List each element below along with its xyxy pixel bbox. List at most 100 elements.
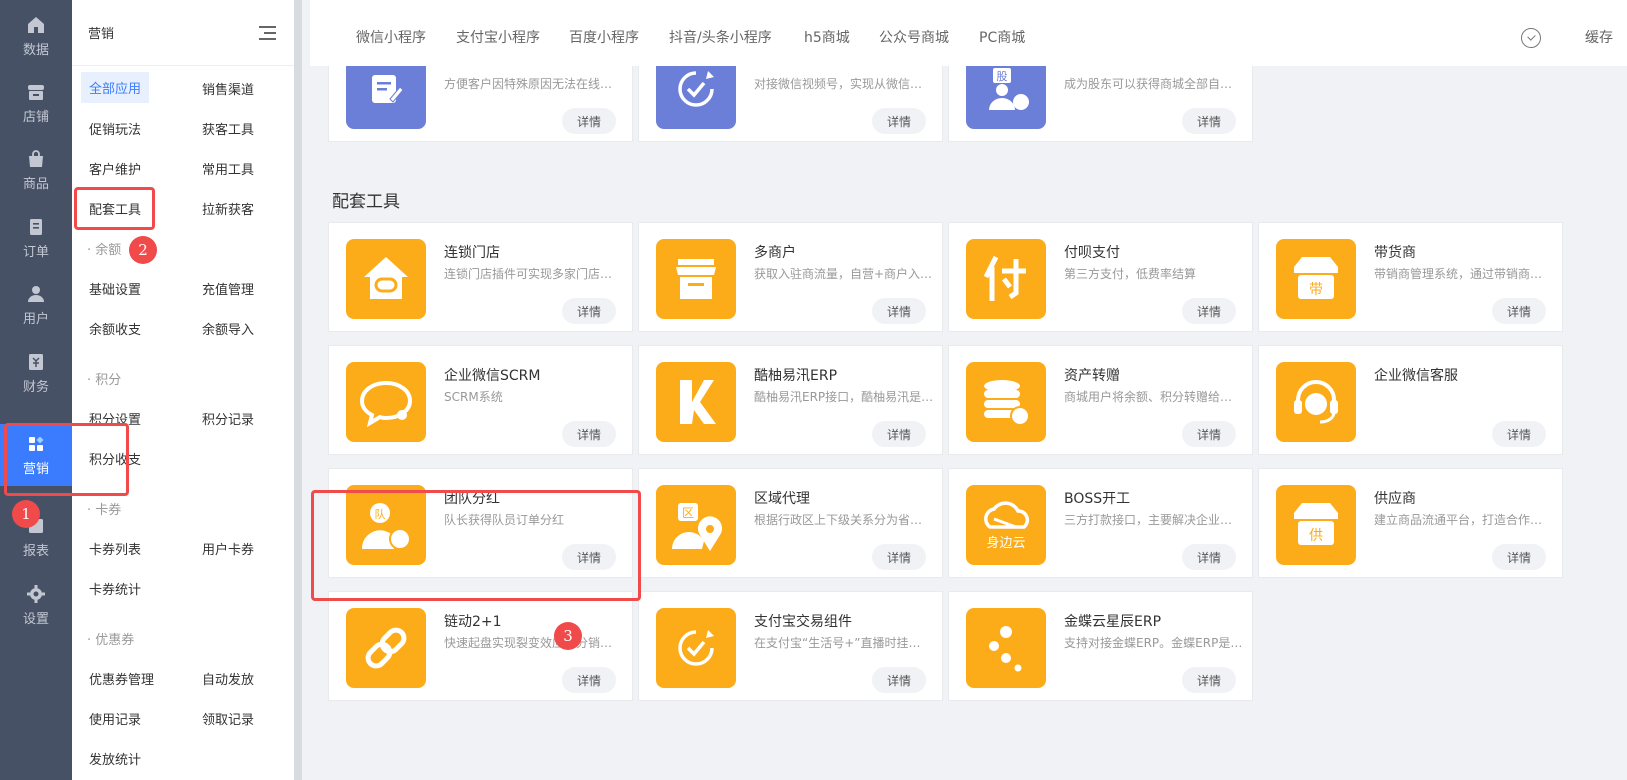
rail-item-store[interactable]: 店铺 [0,72,72,134]
rail-item-user[interactable]: 用户 [0,274,72,336]
coins-transfer-icon [966,362,1046,442]
detail-button[interactable]: 详情 [562,108,616,134]
tab-douyin-mini[interactable]: 抖音/头条小程序 [669,27,772,47]
detail-button[interactable]: 详情 [1492,544,1546,570]
submenu-all-apps[interactable]: 全部应用 [81,72,150,103]
app-card-kingdee-erp[interactable]: 金蝶云星辰ERP 支持对接金蝶ERP。金蝶ERP是… 详情 [948,591,1253,701]
app-name: 支付宝交易组件 [754,614,852,630]
bag-icon [29,149,43,167]
detail-button[interactable]: 详情 [1492,298,1546,324]
rail-item-goods[interactable]: 商品 [0,139,72,201]
detail-button[interactable]: 详情 [872,544,926,570]
app-name: 供应商 [1374,491,1416,507]
app-card-asset-transfer[interactable]: 资产转赠 商城用户将余额、积分转赠给… 详情 [948,345,1253,455]
tab-baidu-mini[interactable]: 百度小程序 [569,27,639,47]
form-icon [346,66,426,129]
main-content: 方便客户因特殊原因无法在线… 详情 对接微信视频号，实现从微信… 详情 股 成为… [310,66,1627,780]
download-icon[interactable] [1521,28,1541,48]
detail-button[interactable]: 详情 [1182,421,1236,447]
app-desc: 成为股东可以获得商城全部自… [1064,77,1233,91]
rail-label: 用户 [22,311,49,327]
submenu-points-record[interactable]: 积分记录 [202,409,254,428]
detail-button[interactable]: 详情 [872,667,926,693]
app-name: BOSS开工 [1064,491,1131,507]
submenu-common-tools[interactable]: 常用工具 [202,159,254,178]
app-card-supplier[interactable]: 供 供应商 建立商品流通平台，打造合作… 详情 [1258,468,1563,578]
detail-button[interactable]: 详情 [1182,298,1236,324]
detail-button[interactable]: 详情 [562,667,616,693]
shareholder-glyph: 股 [997,70,1008,83]
submenu-balance-import[interactable]: 余额导入 [202,319,254,338]
app-desc: 酷柚易汛ERP接口，酷柚易汛是… [754,390,934,404]
submenu-basic-settings[interactable]: 基础设置 [89,279,141,298]
annotation-box-marketing [4,423,129,496]
detail-button[interactable]: 详情 [562,421,616,447]
tab-official-account[interactable]: 公众号商城 [879,27,949,47]
menu-collapse-icon[interactable] [259,25,276,40]
app-card-scrm[interactable]: 企业微信SCRM SCRM系统 详情 [328,345,633,455]
app-desc: 商城用户将余额、积分转赠给… [1064,390,1233,404]
detail-button[interactable]: 详情 [562,298,616,324]
seller-icon: 带 [1276,239,1356,319]
detail-button[interactable]: 详情 [872,298,926,324]
app-card-fubei-pay[interactable]: 付呗支付 第三方支付，低费率结算 详情 [948,222,1253,332]
rail-item-order[interactable]: 订单 [0,207,72,269]
app-card[interactable]: 股 成为股东可以获得商城全部自… 详情 [948,66,1253,142]
region-agent-icon: 区 [656,485,736,565]
app-card-seller[interactable]: 带 带货商 带销商管理系统，通过带销商… 详情 [1258,222,1563,332]
submenu-coupon-mgmt[interactable]: 优惠券管理 [89,669,154,688]
submenu-usage-record[interactable]: 使用记录 [89,709,141,728]
detail-button[interactable]: 详情 [872,421,926,447]
submenu-group-balance: · 余额 [87,243,122,258]
app-card-chain-store[interactable]: 连锁门店 连锁门店插件可实现多家门店… 详情 [328,222,633,332]
detail-button[interactable]: 详情 [1182,667,1236,693]
shareholder-icon: 股 [966,66,1046,129]
app-name: 区域代理 [754,491,810,507]
app-card[interactable]: 方便客户因特殊原因无法在线… 详情 [328,66,633,142]
erp-k-icon [656,362,736,442]
tab-h5[interactable]: h5商城 [804,27,850,47]
tab-alipay-mini[interactable]: 支付宝小程序 [456,27,540,47]
submenu-acquire[interactable]: 获客工具 [202,119,254,138]
submenu-user-card[interactable]: 用户卡券 [202,539,254,558]
submenu-issue-stats[interactable]: 发放统计 [89,749,141,768]
alipay-component-icon [656,608,736,688]
annotation-badge-3: 3 [554,622,582,650]
detail-button[interactable]: 详情 [1492,421,1546,447]
app-card-kuyou-erp[interactable]: 酷柚易汛ERP 酷柚易汛ERP接口，酷柚易汛是… 详情 [638,345,943,455]
app-card-boss-start[interactable]: 身边云 BOSS开工 三方打款接口，主要解决企业… 详情 [948,468,1253,578]
submenu-recharge[interactable]: 充值管理 [202,279,254,298]
app-card-alipay-component[interactable]: 支付宝交易组件 在支付宝“生活号+”直播时挂… 详情 [638,591,943,701]
tab-pc[interactable]: PC商城 [979,27,1025,47]
order-icon [30,218,42,235]
submenu-card-stats[interactable]: 卡券统计 [89,579,141,598]
app-desc: 支持对接金蝶ERP。金蝶ERP是… [1064,636,1243,650]
submenu-claim-record[interactable]: 领取记录 [202,709,254,728]
app-desc: 三方打款接口，主要解决企业… [1064,513,1233,527]
submenu-auto-issue[interactable]: 自动发放 [202,669,254,688]
rail-item-settings[interactable]: 设置 [0,574,72,636]
rail-label: 商品 [22,176,49,192]
app-card-wecom-service[interactable]: 企业微信客服 详情 [1258,345,1563,455]
detail-button[interactable]: 详情 [872,108,926,134]
app-name: 链动2+1 [444,614,502,630]
app-card[interactable]: 对接微信视频号，实现从微信… 详情 [638,66,943,142]
submenu-new-customers[interactable]: 拉新获客 [202,199,254,218]
detail-button[interactable]: 详情 [1182,544,1236,570]
app-card-region-agent[interactable]: 区 区域代理 根据行政区上下级关系分为省… 详情 [638,468,943,578]
home-icon [28,16,44,33]
submenu-balance-flow[interactable]: 余额收支 [89,319,141,338]
submenu-sales-channel[interactable]: 销售渠道 [202,79,254,98]
app-card-link-2plus1[interactable]: 链动2+1 快速起盘实现裂变效应的分销… 详情 [328,591,633,701]
app-card-multi-merchant[interactable]: 多商户 获取入驻商流量，自营+商户入… 详情 [638,222,943,332]
detail-button[interactable]: 详情 [1182,108,1236,134]
submenu-retention[interactable]: 客户维护 [89,159,141,178]
submenu-card-list[interactable]: 卡券列表 [89,539,141,558]
app-name: 资产转赠 [1064,368,1120,384]
rail-item-data[interactable]: 数据 [0,5,72,67]
submenu-promo[interactable]: 促销玩法 [89,119,141,138]
cache-button[interactable]: 缓存 [1585,27,1613,47]
rail-item-finance[interactable]: 财务 [0,342,72,404]
tab-wechat-mini[interactable]: 微信小程序 [356,27,426,47]
rail-label: 报表 [22,543,49,559]
